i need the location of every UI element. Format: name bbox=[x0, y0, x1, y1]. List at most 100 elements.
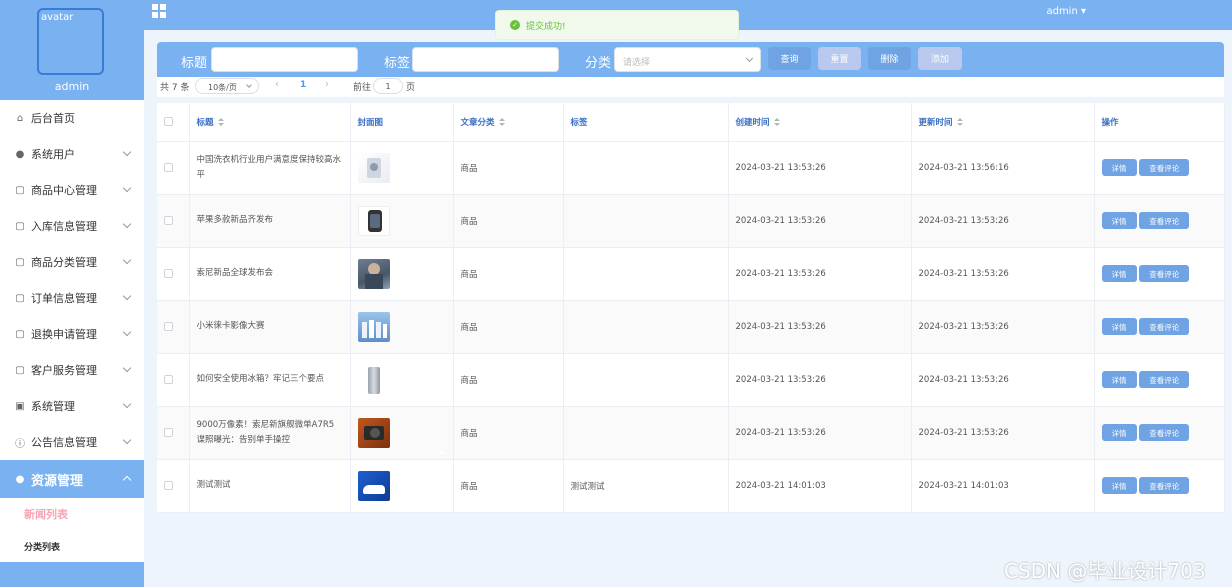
chevron-up-icon bbox=[122, 475, 132, 485]
pagination: 共 7 条 10条/页 ‹ 1 › 前往 1 页 bbox=[157, 77, 1224, 97]
row-checkbox[interactable] bbox=[164, 268, 173, 278]
row-created: 2024-03-21 13:53:26 bbox=[728, 300, 912, 354]
sidebar-item-resources[interactable]: ● 资源管理 bbox=[0, 460, 144, 498]
cover-image-fridge bbox=[357, 364, 390, 395]
sort-icon[interactable] bbox=[773, 118, 780, 127]
sidebar-footer bbox=[0, 562, 144, 587]
folder-icon: ▢ bbox=[15, 184, 25, 196]
row-updated: 2024-03-21 13:53:26 bbox=[911, 353, 1095, 407]
row-tag bbox=[563, 247, 729, 301]
tag-input[interactable] bbox=[412, 47, 559, 72]
sidebar-item-label: 系统用户 bbox=[31, 148, 75, 161]
col-tag-label: 标签 bbox=[570, 117, 588, 128]
sort-icon[interactable] bbox=[217, 118, 224, 127]
row-created: 2024-03-21 13:53:26 bbox=[728, 353, 912, 407]
sort-icon[interactable] bbox=[498, 118, 505, 127]
sidebar-item-home[interactable]: ⌂ 后台首页 bbox=[0, 100, 144, 136]
user-menu[interactable]: admin ▾ bbox=[1046, 6, 1086, 17]
detail-button[interactable]: 详情 bbox=[1101, 159, 1137, 176]
sidebar-item-label: 商品分类管理 bbox=[31, 256, 97, 269]
menu-toggle-icon[interactable] bbox=[152, 4, 166, 18]
chevron-down-icon bbox=[122, 327, 132, 337]
sidebar-item-customer-service[interactable]: ▢ 客户服务管理 bbox=[0, 352, 144, 388]
next-page-icon[interactable]: › bbox=[325, 79, 329, 90]
news-table: 标题 封面图 文章分类 标签 创建时间 更新时间 操作 中国洗衣机行业用户满意度… bbox=[157, 103, 1225, 513]
col-title[interactable]: 标题 bbox=[189, 103, 351, 142]
row-updated: 2024-03-21 13:53:26 bbox=[911, 247, 1095, 301]
sidebar-subitem-news-list[interactable]: 新闻列表 bbox=[0, 498, 144, 530]
goto-suffix: 页 bbox=[406, 83, 416, 93]
reset-button[interactable]: 重置 bbox=[818, 47, 861, 70]
page-size-select[interactable]: 10条/页 bbox=[195, 78, 259, 94]
delete-button[interactable]: 删除 bbox=[868, 47, 911, 70]
view-comments-button[interactable]: 查看评论 bbox=[1139, 318, 1190, 335]
add-button[interactable]: 添加 bbox=[918, 47, 962, 70]
sidebar-item-product-category[interactable]: ▢ 商品分类管理 bbox=[0, 244, 144, 280]
detail-button[interactable]: 详情 bbox=[1101, 477, 1137, 494]
avatar-alt-text: avatar bbox=[41, 12, 74, 23]
row-checkbox[interactable] bbox=[164, 321, 173, 331]
row-title: 测试测试 bbox=[189, 459, 351, 513]
chevron-down-icon bbox=[122, 435, 132, 445]
folder-icon: ▢ bbox=[15, 292, 25, 304]
sidebar-item-announcements[interactable]: ⓘ 公告信息管理 bbox=[0, 424, 144, 460]
row-category: 商品 bbox=[453, 406, 564, 460]
title-input[interactable] bbox=[211, 47, 358, 72]
toast-message: 提交成功! bbox=[526, 21, 566, 32]
row-category: 商品 bbox=[453, 353, 564, 407]
sidebar-item-label: 退换申请管理 bbox=[31, 328, 97, 341]
avatar[interactable]: avatar bbox=[37, 8, 104, 75]
view-comments-button[interactable]: 查看评论 bbox=[1139, 159, 1190, 176]
row-created: 2024-03-21 13:53:26 bbox=[728, 194, 912, 248]
row-updated: 2024-03-21 13:56:16 bbox=[911, 141, 1095, 195]
sidebar-item-orders[interactable]: ▢ 订单信息管理 bbox=[0, 280, 144, 316]
sidebar-subitem-label: 新闻列表 bbox=[24, 508, 68, 521]
detail-button[interactable]: 详情 bbox=[1101, 424, 1137, 441]
picture-icon: ▣ bbox=[15, 400, 25, 412]
sidebar-item-stock-in[interactable]: ▢ 入库信息管理 bbox=[0, 208, 144, 244]
table-header-row: 标题 封面图 文章分类 标签 创建时间 更新时间 操作 bbox=[157, 103, 1225, 142]
sidebar-subitem-category-list[interactable]: 分类列表 bbox=[0, 530, 144, 562]
folder-icon: ▢ bbox=[15, 364, 25, 376]
query-button[interactable]: 查询 bbox=[768, 47, 811, 70]
detail-button[interactable]: 详情 bbox=[1101, 212, 1137, 229]
sidebar-item-system-users[interactable]: ● 系统用户 bbox=[0, 136, 144, 172]
row-checkbox[interactable] bbox=[164, 480, 173, 490]
detail-button[interactable]: 详情 bbox=[1101, 318, 1137, 335]
view-comments-button[interactable]: 查看评论 bbox=[1139, 265, 1190, 282]
sidebar-item-label: 入库信息管理 bbox=[31, 220, 97, 233]
row-checkbox[interactable] bbox=[164, 215, 173, 225]
col-title-label: 标题 bbox=[196, 117, 214, 128]
row-checkbox[interactable] bbox=[164, 427, 173, 437]
detail-button[interactable]: 详情 bbox=[1101, 265, 1137, 282]
current-page[interactable]: 1 bbox=[300, 80, 306, 90]
row-checkbox[interactable] bbox=[164, 162, 173, 172]
goto-page-input[interactable]: 1 bbox=[373, 78, 403, 94]
sidebar-item-returns[interactable]: ▢ 退换申请管理 bbox=[0, 316, 144, 352]
view-comments-button[interactable]: 查看评论 bbox=[1139, 371, 1190, 388]
prev-page-icon[interactable]: ‹ bbox=[275, 79, 279, 90]
category-select[interactable]: 请选择 bbox=[614, 47, 761, 72]
view-comments-button[interactable]: 查看评论 bbox=[1139, 424, 1190, 441]
row-tag bbox=[563, 353, 729, 407]
row-title: 9000万像素！索尼新旗舰微单A7R5谍照曝光：告别单手操控 bbox=[189, 406, 351, 460]
sidebar-item-label: 系统管理 bbox=[31, 400, 75, 413]
col-updated[interactable]: 更新时间 bbox=[911, 103, 1095, 142]
col-created-label: 创建时间 bbox=[735, 117, 770, 128]
view-comments-button[interactable]: 查看评论 bbox=[1139, 212, 1190, 229]
col-created[interactable]: 创建时间 bbox=[728, 103, 912, 142]
col-category[interactable]: 文章分类 bbox=[453, 103, 564, 142]
sidebar-item-label: 资源管理 bbox=[31, 473, 84, 489]
select-all-checkbox[interactable] bbox=[164, 116, 173, 126]
chevron-down-icon bbox=[246, 82, 252, 88]
sidebar-username: admin bbox=[54, 80, 90, 93]
view-comments-button[interactable]: 查看评论 bbox=[1139, 477, 1190, 494]
sidebar-item-system-settings[interactable]: ▣ 系统管理 bbox=[0, 388, 144, 424]
detail-button[interactable]: 详情 bbox=[1101, 371, 1137, 388]
row-updated: 2024-03-21 14:01:03 bbox=[911, 459, 1095, 513]
cover-image-washing-machine bbox=[357, 152, 390, 183]
profile-panel: avatar admin bbox=[0, 0, 144, 100]
sort-icon[interactable] bbox=[956, 118, 963, 127]
row-checkbox[interactable] bbox=[164, 374, 173, 384]
sidebar-item-product-center[interactable]: ▢ 商品中心管理 bbox=[0, 172, 144, 208]
